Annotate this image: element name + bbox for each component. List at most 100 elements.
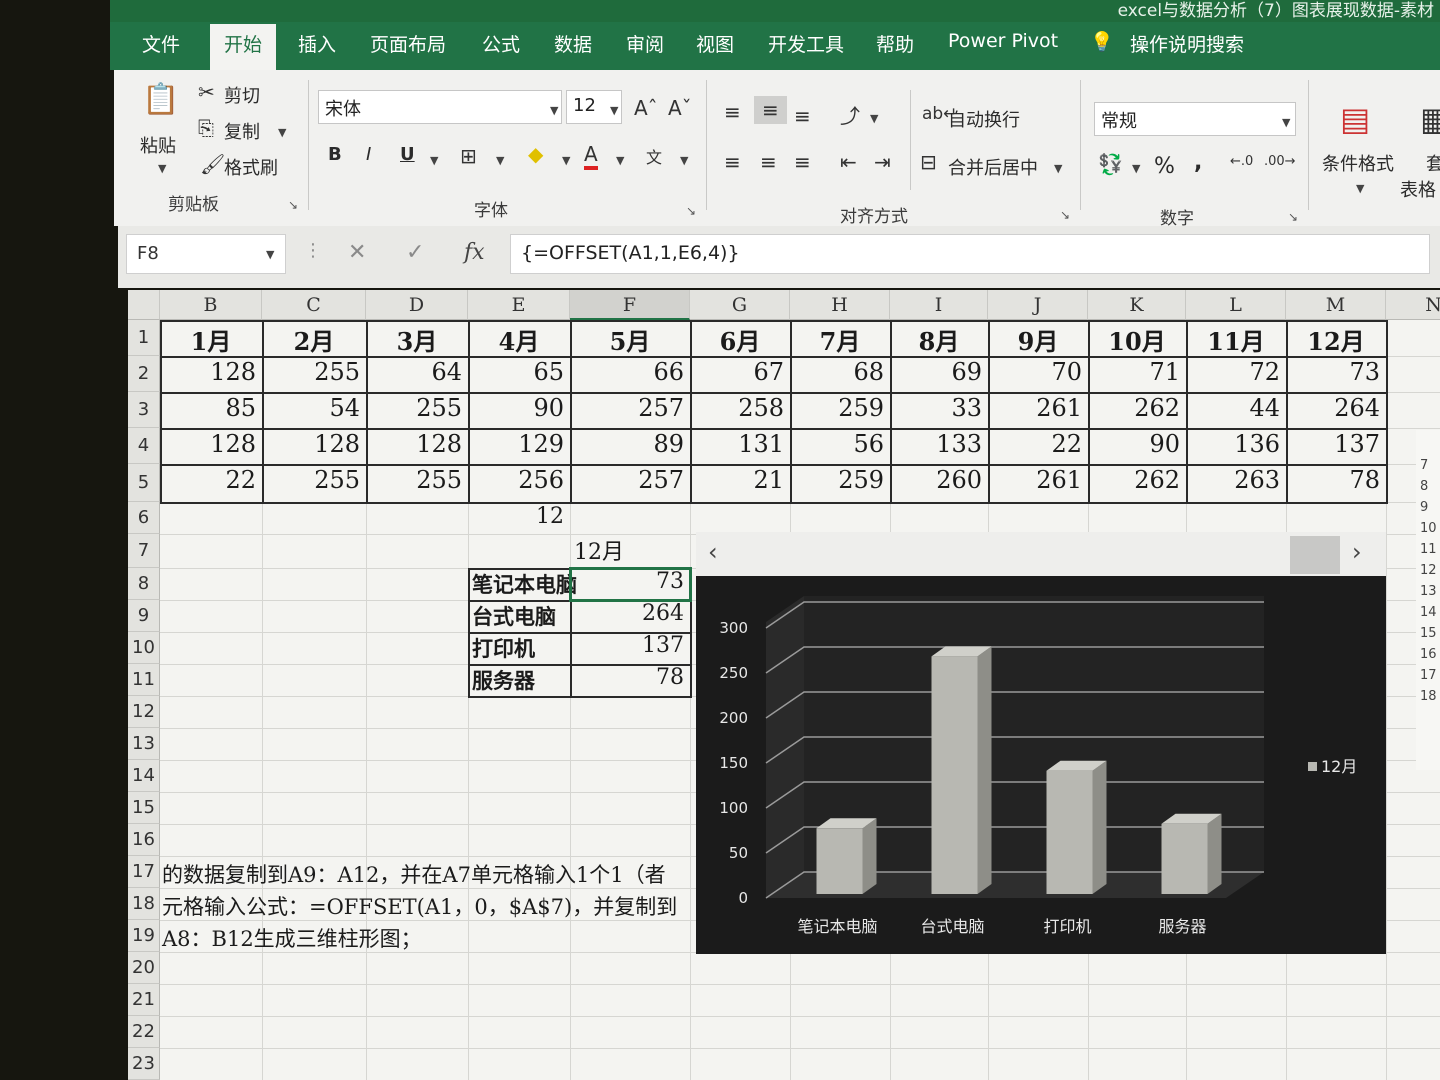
table-cell[interactable]: 262 (1088, 394, 1186, 428)
column-chart-3d[interactable]: 0 50 100 150 200 250 300 笔记本电脑 台式电脑 打印机 服务器 12月 (696, 576, 1386, 954)
row-header-8[interactable]: 8 (128, 568, 160, 600)
table-cell[interactable]: 255 (366, 466, 468, 500)
column-header-e[interactable]: E (468, 290, 570, 320)
increase-decimal-icon[interactable]: ←.0 (1230, 154, 1253, 169)
row-header-21[interactable]: 21 (128, 984, 160, 1016)
name-box[interactable]: F8 (126, 234, 286, 274)
font-launcher-icon[interactable]: ↘ (686, 204, 696, 218)
tab-formulas[interactable]: 公式 (482, 30, 520, 57)
table-cell[interactable]: 90 (1088, 430, 1186, 464)
table-cell[interactable]: 68 (790, 358, 890, 392)
table-cell[interactable]: 255 (366, 394, 468, 428)
formula-input[interactable]: {=OFFSET(A1,1,E6,4)} (510, 234, 1430, 274)
currency-dropdown-icon[interactable]: ▼ (1132, 162, 1140, 175)
table-cell[interactable]: 73 (1286, 358, 1386, 392)
month-header-cell[interactable]: 2月 (262, 322, 366, 356)
row-header-14[interactable]: 14 (128, 760, 160, 792)
lookup-value-cell[interactable]: 78 (570, 665, 690, 695)
column-header-k[interactable]: K (1088, 290, 1186, 320)
font-color-icon[interactable]: A (584, 142, 598, 170)
row-header-13[interactable]: 13 (128, 728, 160, 760)
month-header-cell[interactable]: 9月 (988, 322, 1088, 356)
underline-dropdown-icon[interactable]: ▼ (430, 154, 438, 167)
table-cell[interactable]: 255 (262, 466, 366, 500)
table-cell[interactable]: 54 (262, 394, 366, 428)
table-cell[interactable]: 90 (468, 394, 570, 428)
column-header-g[interactable]: G (690, 290, 790, 320)
conditional-format-button[interactable]: 条件格式 (1322, 150, 1394, 176)
row-header-6[interactable]: 6 (128, 502, 160, 534)
tab-file[interactable]: 文件 (142, 30, 180, 57)
month-header-cell[interactable]: 6月 (690, 322, 790, 356)
tab-developer[interactable]: 开发工具 (768, 30, 844, 57)
align-middle-icon[interactable]: ≡ (754, 96, 787, 124)
month-header-cell[interactable]: 10月 (1088, 322, 1186, 356)
column-header-n[interactable]: N (1386, 290, 1440, 320)
table-cell[interactable]: 261 (988, 394, 1088, 428)
row-header-10[interactable]: 10 (128, 632, 160, 664)
orientation-dropdown-icon[interactable]: ▼ (870, 112, 878, 125)
paste-icon[interactable]: 📋 (142, 82, 179, 117)
table-cell[interactable]: 67 (690, 358, 790, 392)
copy-button[interactable]: 复制 (224, 118, 260, 144)
column-header-f[interactable]: F (570, 290, 690, 320)
font-size-dropdown-icon[interactable]: ▼ (610, 104, 618, 117)
row-header-9[interactable]: 9 (128, 600, 160, 632)
cancel-icon[interactable]: ✕ (348, 240, 366, 265)
wrap-text-button[interactable]: 自动换行 (948, 106, 1020, 132)
table-cell[interactable]: 66 (570, 358, 690, 392)
table-cell[interactable]: 128 (366, 430, 468, 464)
fill-color-icon[interactable]: ◆ (528, 142, 543, 166)
table-cell[interactable]: 85 (160, 394, 262, 428)
column-header-c[interactable]: C (262, 290, 366, 320)
column-header-b[interactable]: B (160, 290, 262, 320)
phonetic-dropdown-icon[interactable]: ▼ (680, 154, 688, 167)
f7-cell[interactable]: 12月 (574, 534, 670, 566)
row-header-17[interactable]: 17 (128, 856, 160, 888)
conditional-format-dropdown-icon[interactable]: ▼ (1356, 182, 1364, 195)
table-cell[interactable]: 257 (570, 394, 690, 428)
paste-button[interactable]: 粘贴 (140, 132, 176, 158)
chevron-right-icon[interactable]: › (1352, 538, 1362, 566)
table-cell[interactable]: 22 (988, 430, 1088, 464)
insert-function-icon[interactable]: fx (464, 240, 485, 265)
currency-icon[interactable]: 💱 (1098, 152, 1123, 176)
format-painter-button[interactable]: 格式刷 (224, 154, 278, 180)
row-header-16[interactable]: 16 (128, 824, 160, 856)
underline-button[interactable]: U (400, 144, 415, 165)
month-header-cell[interactable]: 3月 (366, 322, 468, 356)
table-cell[interactable]: 65 (468, 358, 570, 392)
table-cell[interactable]: 131 (690, 430, 790, 464)
format-table-button[interactable]: 套 (1426, 150, 1440, 176)
column-header-l[interactable]: L (1186, 290, 1286, 320)
table-cell[interactable]: 258 (690, 394, 790, 428)
align-bottom-icon[interactable]: ≡ (794, 104, 811, 128)
table-cell[interactable]: 64 (366, 358, 468, 392)
table-cell[interactable]: 259 (790, 394, 890, 428)
row-header-12[interactable]: 12 (128, 696, 160, 728)
align-center-icon[interactable]: ≡ (760, 150, 777, 174)
month-header-cell[interactable]: 5月 (570, 322, 690, 356)
tab-home[interactable]: 开始 (210, 24, 277, 70)
select-all-corner[interactable] (128, 290, 160, 320)
month-header-cell[interactable]: 4月 (468, 322, 570, 356)
row-header-20[interactable]: 20 (128, 952, 160, 984)
decrease-decimal-icon[interactable]: .00→ (1264, 154, 1296, 169)
comma-button[interactable]: , (1194, 150, 1202, 175)
fill-dropdown-icon[interactable]: ▼ (562, 154, 570, 167)
table-cell[interactable]: 70 (988, 358, 1088, 392)
tab-power-pivot[interactable]: Power Pivot (948, 30, 1058, 52)
italic-button[interactable]: I (366, 144, 371, 165)
merge-center-button[interactable]: 合并后居中 (948, 154, 1038, 180)
row-header-5[interactable]: 5 (128, 464, 160, 502)
increase-indent-icon[interactable]: ⇥ (874, 150, 891, 174)
table-cell[interactable]: 128 (160, 430, 262, 464)
font-color-dropdown-icon[interactable]: ▼ (616, 154, 624, 167)
enter-check-icon[interactable]: ✓ (406, 240, 424, 265)
column-header-j[interactable]: J (988, 290, 1088, 320)
tab-data[interactable]: 数据 (554, 30, 592, 57)
number-format-dropdown-icon[interactable]: ▼ (1282, 116, 1290, 129)
tab-review[interactable]: 审阅 (626, 30, 664, 57)
table-cell[interactable]: 257 (570, 466, 690, 500)
border-icon[interactable]: ⊞ (460, 144, 477, 168)
